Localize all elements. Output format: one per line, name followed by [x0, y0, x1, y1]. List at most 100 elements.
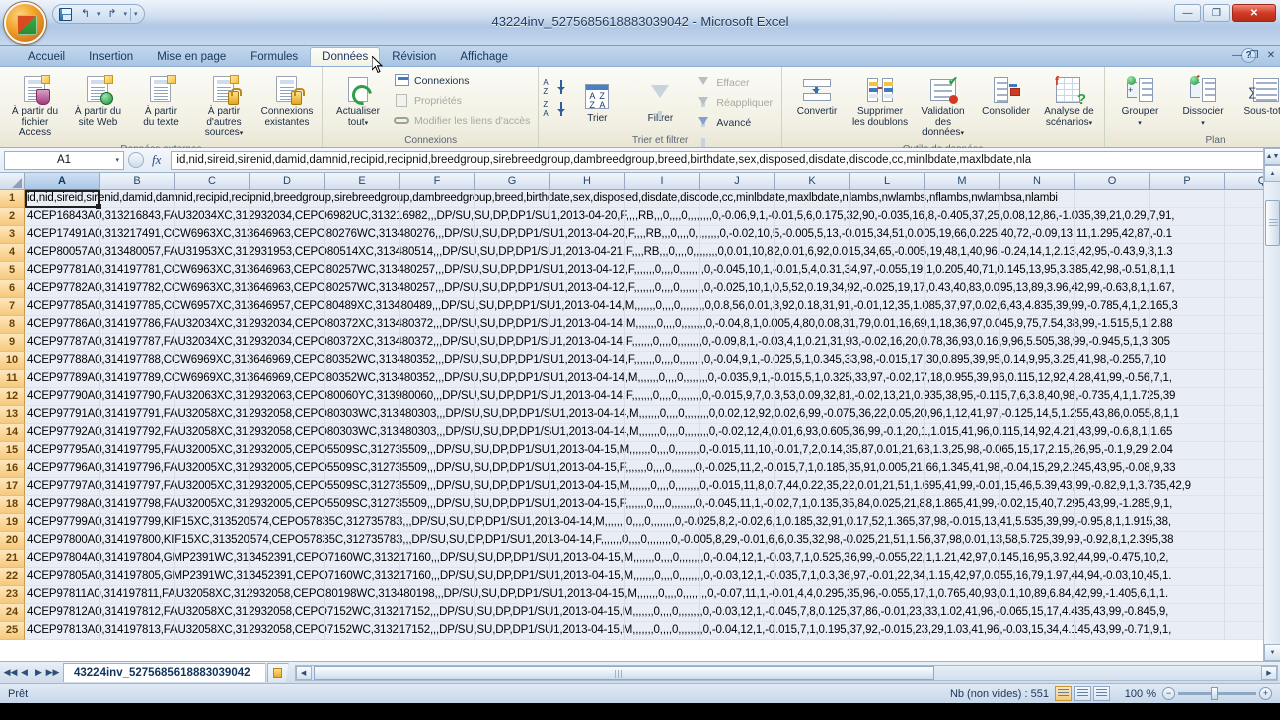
column-header-A[interactable]: A: [25, 173, 100, 190]
table-row[interactable]: 5 4CEP97781A0,314197781,CCW6963XC,313646…: [0, 262, 1280, 280]
doc-minimize-icon[interactable]: —: [1230, 48, 1244, 62]
row-content-6[interactable]: 4CEP97782A0,314197782,CCW6963XC,31364696…: [25, 280, 1280, 298]
table-row[interactable]: 25 4CEP97813A0,314197813,FAU32058XC,3129…: [0, 622, 1280, 640]
select-all-corner[interactable]: [0, 173, 25, 190]
horizontal-scrollbar[interactable]: ◀ ▶: [294, 664, 1278, 681]
row-content-16[interactable]: 4CEP97796A0,314197796,FAU32005XC,3129320…: [25, 460, 1280, 478]
table-row[interactable]: 13 4CEP97791A0,314197791,FAU32058XC,3129…: [0, 406, 1280, 424]
row-content-17[interactable]: 4CEP97797A0,314197797,FAU32005XC,3129320…: [25, 478, 1280, 496]
what-if-analysis-button[interactable]: f? Analyse de scénarios▾: [1038, 71, 1100, 132]
row-header-13[interactable]: 13: [0, 406, 25, 424]
row-header-22[interactable]: 22: [0, 568, 25, 586]
tab-donnees[interactable]: Données: [310, 47, 381, 66]
table-row[interactable]: 9 4CEP97787A0,314197787,FAU32034XC,31293…: [0, 334, 1280, 352]
row-header-17[interactable]: 17: [0, 478, 25, 496]
column-header-L[interactable]: L: [850, 173, 925, 190]
tab-insertion[interactable]: Insertion: [77, 47, 145, 66]
table-row[interactable]: 11 4CEP97789A0,314197789,CCW6969XC,31364…: [0, 370, 1280, 388]
group-dropdown-icon[interactable]: ▾: [1138, 120, 1142, 127]
cancel-entry-icon[interactable]: [128, 152, 144, 168]
formula-input[interactable]: id,nid,sireid,sirenid,damid,damnid,recip…: [171, 150, 1263, 170]
sort-button[interactable]: AZZA Trier: [566, 78, 628, 128]
column-header-E[interactable]: E: [325, 173, 400, 190]
text-to-columns-button[interactable]: Convertir: [786, 71, 848, 121]
close-button[interactable]: ✕: [1232, 4, 1276, 22]
column-header-J[interactable]: J: [700, 173, 775, 190]
scroll-left-button[interactable]: ◀: [295, 665, 312, 680]
from-web-button[interactable]: À partir du site Web: [67, 71, 129, 131]
name-box[interactable]: A1 ▾: [4, 150, 124, 170]
table-row[interactable]: 17 4CEP97797A0,314197797,FAU32005XC,3129…: [0, 478, 1280, 496]
row-header-12[interactable]: 12: [0, 388, 25, 406]
page-layout-view-button[interactable]: [1074, 686, 1091, 701]
row-content-8[interactable]: 4CEP97786A0,314197786,FAU32034XC,3129320…: [25, 316, 1280, 334]
row-content-11[interactable]: 4CEP97789A0,314197789,CCW6969XC,31364696…: [25, 370, 1280, 388]
scroll-right-button[interactable]: ▶: [1261, 665, 1277, 680]
row-header-16[interactable]: 16: [0, 460, 25, 478]
next-sheet-icon[interactable]: ▶: [32, 665, 45, 681]
tab-accueil[interactable]: Accueil: [16, 47, 77, 66]
split-box-icon[interactable]: ▲▼: [1264, 148, 1280, 165]
tab-affichage[interactable]: Affichage: [448, 47, 520, 66]
table-row[interactable]: 1 id,nid,sireid,sirenid,damid,damnid,rec…: [0, 190, 1280, 208]
row-content-20[interactable]: 4CEP97800A0,314197800,KIF15XC,313520574,…: [25, 532, 1280, 550]
column-header-H[interactable]: H: [550, 173, 625, 190]
row-header-4[interactable]: 4: [0, 244, 25, 262]
column-header-D[interactable]: D: [250, 173, 325, 190]
minimize-button[interactable]: —: [1174, 4, 1201, 22]
row-header-23[interactable]: 23: [0, 586, 25, 604]
row-header-9[interactable]: 9: [0, 334, 25, 352]
prev-sheet-icon[interactable]: ◀: [18, 665, 31, 681]
row-content-23[interactable]: 4CEP97811A0,314197811,FAU32058XC,3129320…: [25, 586, 1280, 604]
column-header-K[interactable]: K: [775, 173, 850, 190]
table-row[interactable]: 4 4CEP80057A0,313480057,FAU31953XC,31293…: [0, 244, 1280, 262]
from-access-button[interactable]: À partir du fichier Access: [4, 71, 66, 142]
from-text-button[interactable]: À partir du texte: [130, 71, 192, 131]
row-header-6[interactable]: 6: [0, 280, 25, 298]
table-row[interactable]: 15 4CEP97795A0,314197795,FAU32005XC,3129…: [0, 442, 1280, 460]
zoom-slider[interactable]: − +: [1162, 687, 1272, 700]
sort-descending-icon[interactable]: ZA: [543, 100, 566, 122]
row-content-13[interactable]: 4CEP97791A0,314197791,FAU32058XC,3129320…: [25, 406, 1280, 424]
row-header-25[interactable]: 25: [0, 622, 25, 640]
normal-view-button[interactable]: [1055, 686, 1072, 701]
table-row[interactable]: 10 4CEP97788A0,314197788,CCW6969XC,31364…: [0, 352, 1280, 370]
table-row[interactable]: 2 4CEP16843A0,313216843,FAU32034XC,31293…: [0, 208, 1280, 226]
vertical-scrollbar[interactable]: ▲▼ ▲ ▼: [1263, 148, 1280, 661]
zoom-track[interactable]: [1178, 687, 1256, 700]
table-row[interactable]: 3 4CEP17491A0,313217491,CCW6963XC,313646…: [0, 226, 1280, 244]
refresh-all-button[interactable]: Actualiser tout▾: [327, 71, 389, 132]
scroll-up-button[interactable]: ▲: [1264, 165, 1280, 182]
row-content-1[interactable]: id,nid,sireid,sirenid,damid,damnid,recip…: [25, 190, 1280, 208]
row-content-24[interactable]: 4CEP97812A0,314197812,FAU32058XC,3129320…: [25, 604, 1280, 622]
zoom-out-button[interactable]: −: [1162, 687, 1175, 700]
table-row[interactable]: 14 4CEP97792A0,314197792,FAU32058XC,3129…: [0, 424, 1280, 442]
existing-connections-button[interactable]: Connexions existantes: [256, 71, 318, 131]
zoom-handle[interactable]: [1211, 687, 1218, 700]
table-row[interactable]: 6 4CEP97782A0,314197782,CCW6963XC,313646…: [0, 280, 1280, 298]
row-content-10[interactable]: 4CEP97788A0,314197788,CCW6969XC,31364696…: [25, 352, 1280, 370]
table-row[interactable]: 23 4CEP97811A0,314197811,FAU32058XC,3129…: [0, 586, 1280, 604]
filter-button[interactable]: Filtrer: [629, 78, 691, 128]
row-content-12[interactable]: 4CEP97790A0,314197790,FAU32063XC,3129320…: [25, 388, 1280, 406]
vertical-scroll-thumb[interactable]: [1265, 200, 1280, 246]
doc-close-icon[interactable]: ✕: [1264, 48, 1278, 62]
last-sheet-icon[interactable]: ▶▶: [46, 665, 60, 681]
sheet-tab-active[interactable]: 43224inv_5275685618883039042: [63, 663, 266, 682]
row-header-5[interactable]: 5: [0, 262, 25, 280]
table-row[interactable]: 21 4CEP97804A0,314197804,GMP2391WC,31345…: [0, 550, 1280, 568]
vertical-scroll-track[interactable]: [1264, 182, 1280, 644]
scroll-down-button[interactable]: ▼: [1264, 644, 1280, 661]
row-header-19[interactable]: 19: [0, 514, 25, 532]
row-header-7[interactable]: 7: [0, 298, 25, 316]
column-header-M[interactable]: M: [925, 173, 1000, 190]
tab-revision[interactable]: Révision: [380, 47, 448, 66]
row-content-3[interactable]: 4CEP17491A0,313217491,CCW6963XC,31364696…: [25, 226, 1280, 244]
ungroup-button[interactable]: Dissocier ▾: [1172, 71, 1234, 132]
row-content-5[interactable]: 4CEP97781A0,314197781,CCW6963XC,31364696…: [25, 262, 1280, 280]
row-content-22[interactable]: 4CEP97805A0,314197805,GMP2391WC,31345239…: [25, 568, 1280, 586]
ungroup-dropdown-icon[interactable]: ▾: [1201, 120, 1205, 127]
column-header-F[interactable]: F: [400, 173, 475, 190]
table-row[interactable]: 22 4CEP97805A0,314197805,GMP2391WC,31345…: [0, 568, 1280, 586]
row-content-14[interactable]: 4CEP97792A0,314197792,FAU32058XC,3129320…: [25, 424, 1280, 442]
